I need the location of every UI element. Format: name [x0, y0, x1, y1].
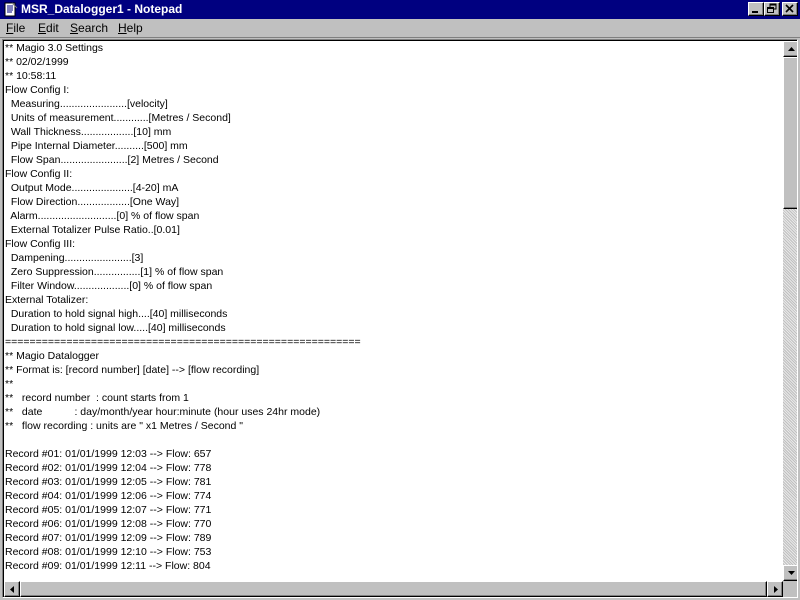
text-line: Flow Direction..................[One Way… — [5, 196, 180, 208]
window-title: MSR_Datalogger1 - Notepad — [21, 2, 183, 16]
text-line: Duration to hold signal low.....[40] mil… — [5, 322, 226, 334]
text-line: Flow Config I: — [5, 84, 70, 96]
text-line: Output Mode.....................[4-20] m… — [5, 182, 179, 194]
scrollbar-corner — [783, 581, 797, 597]
minimize-button[interactable] — [748, 2, 764, 16]
text-line: Pipe Internal Diameter..........[500] mm — [5, 140, 188, 152]
menu-help[interactable]: Help — [118, 21, 143, 35]
text-line: Alarm...........................[0] % of… — [5, 210, 200, 222]
horizontal-scrollbar[interactable] — [4, 581, 783, 597]
menu-bar: File Edit Search Help — [0, 19, 800, 38]
text-line: Measuring.......................[velocit… — [5, 98, 168, 110]
text-line: ** 10:58:11 — [5, 70, 57, 82]
text-line — [5, 433, 779, 447]
close-icon — [785, 4, 794, 13]
scroll-left-button[interactable] — [4, 581, 20, 597]
vertical-scroll-thumb[interactable] — [783, 57, 797, 209]
text-line: Record #04: 01/01/1999 12:06 --> Flow: 7… — [5, 490, 212, 502]
text-line: ** — [5, 378, 14, 390]
close-button[interactable] — [782, 2, 798, 16]
text-line: Zero Suppression................[1] % of… — [5, 266, 224, 278]
arrow-left-icon — [10, 586, 14, 593]
notepad-icon[interactable] — [3, 2, 18, 17]
text-line: Record #03: 01/01/1999 12:05 --> Flow: 7… — [5, 476, 212, 488]
scroll-up-button[interactable] — [783, 41, 797, 57]
text-line: Record #06: 01/01/1999 12:08 --> Flow: 7… — [5, 518, 212, 530]
scroll-down-button[interactable] — [783, 565, 797, 581]
text-line: Units of measurement............[Metres … — [5, 112, 231, 124]
title-bar[interactable]: MSR_Datalogger1 - Notepad — [0, 0, 800, 19]
notepad-window: MSR_Datalogger1 - Notepad File Edit Sear… — [0, 0, 800, 600]
arrow-right-icon — [774, 586, 778, 593]
document-text[interactable]: ** Magio 3.0 Settings ** 02/02/1999 ** 10:… — [5, 41, 779, 581]
text-line: Filter Window...................[0] % of… — [5, 280, 213, 292]
menu-edit[interactable]: Edit — [38, 21, 59, 35]
text-line: Record #02: 01/01/1999 12:04 --> Flow: 7… — [5, 462, 212, 474]
text-line: ** Magio 3.0 Settings — [5, 42, 104, 54]
horizontal-scroll-thumb[interactable] — [20, 581, 767, 597]
text-line: Record #05: 01/01/1999 12:07 --> Flow: 7… — [5, 504, 212, 516]
text-line: ** Format is: [record number] [date] -->… — [5, 364, 260, 376]
text-line: Dampening.......................[3] — [5, 252, 144, 264]
text-line: ========================================… — [5, 336, 361, 348]
minimize-icon — [752, 11, 758, 13]
text-line: ** date : day/month/year hour:minute (ho… — [5, 406, 321, 418]
text-line: Duration to hold signal high....[40] mil… — [5, 308, 228, 320]
restore-button[interactable] — [764, 2, 780, 16]
text-line: Record #09: 01/01/1999 12:11 --> Flow: 8… — [5, 560, 211, 572]
text-line: ** 02/02/1999 — [5, 56, 69, 68]
text-line: Wall Thickness..................[10] mm — [5, 126, 172, 138]
text-line: ** Magio Datalogger — [5, 350, 99, 362]
text-line: Flow Config II: — [5, 168, 73, 180]
scroll-right-button[interactable] — [767, 581, 783, 597]
text-line: Record #07: 01/01/1999 12:09 --> Flow: 7… — [5, 532, 212, 544]
text-line: Record #01: 01/01/1999 12:03 --> Flow: 6… — [5, 448, 212, 460]
arrow-down-icon — [788, 571, 795, 575]
text-line: ** flow recording : units are " x1 Metre… — [5, 420, 243, 432]
menu-file[interactable]: File — [6, 21, 25, 35]
text-line: Flow Span.......................[2] Metr… — [5, 154, 219, 166]
text-editor[interactable]: ** Magio 3.0 Settings ** 02/02/1999 ** 10:… — [2, 39, 798, 598]
restore-icon — [767, 3, 777, 13]
text-line: External Totalizer Pulse Ratio..[0.01] — [5, 224, 180, 236]
text-line: Record #08: 01/01/1999 12:10 --> Flow: 7… — [5, 546, 212, 558]
vertical-scrollbar[interactable] — [783, 41, 797, 581]
text-line: ** record number : count starts from 1 — [5, 392, 189, 404]
text-line: Flow Config III: — [5, 238, 76, 250]
menu-search[interactable]: Search — [70, 21, 108, 35]
arrow-up-icon — [788, 47, 795, 51]
text-line: External Totalizer: — [5, 294, 89, 306]
